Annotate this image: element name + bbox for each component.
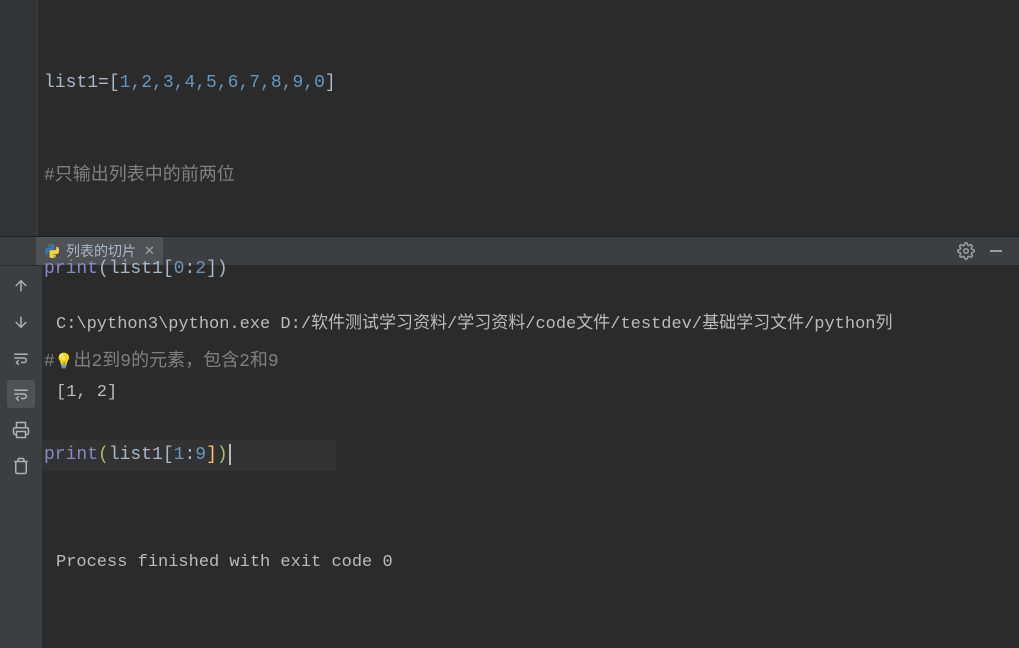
code-line-active[interactable]: print(list1[1:9]): [42, 440, 336, 471]
list-values: 1,2,3,4,5,6,7,8,9,0: [120, 73, 325, 93]
code-content[interactable]: list1=[1,2,3,4,5,6,7,8,9,0] #只输出列表中的前两位 …: [38, 0, 336, 236]
bracket-close: ]: [206, 259, 217, 279]
console-exit: Process finished with exit code 0: [56, 546, 892, 580]
equals-op: =: [98, 73, 109, 93]
variable-name: list1: [44, 73, 98, 93]
slice-start: 0: [174, 259, 185, 279]
slice-end: 9: [195, 445, 206, 465]
slice-colon: :: [184, 445, 195, 465]
variable-ref: list1: [109, 445, 163, 465]
slice-end: 2: [195, 259, 206, 279]
code-editor[interactable]: list1=[1,2,3,4,5,6,7,8,9,0] #只输出列表中的前两位 …: [0, 0, 1019, 236]
lightbulb-icon[interactable]: 💡: [55, 347, 74, 378]
minimize-icon[interactable]: [981, 242, 1011, 260]
paren-open: (: [98, 259, 109, 279]
code-line[interactable]: #只输出列表中的前两位: [42, 161, 336, 192]
scroll-up-button[interactable]: [7, 272, 35, 300]
run-toolbar: [0, 266, 42, 648]
variable-ref: list1: [109, 259, 163, 279]
soft-wrap-button[interactable]: [7, 344, 35, 372]
bracket-open: [: [109, 73, 120, 93]
comment-text: 出2到9的元素，包含2和9: [74, 352, 279, 372]
comment-text: #只输出列表中的前两位: [44, 166, 235, 186]
slice-start: 1: [174, 445, 185, 465]
bracket-open: [: [163, 445, 174, 465]
slice-colon: :: [184, 259, 195, 279]
gear-icon[interactable]: [951, 242, 981, 260]
code-line[interactable]: print(list1[0:2]): [42, 254, 336, 285]
print-fn: print: [44, 445, 98, 465]
print-button[interactable]: [7, 416, 35, 444]
paren-close: ): [217, 445, 228, 465]
hash: #: [44, 352, 55, 372]
bracket-close: ]: [325, 73, 336, 93]
delete-button[interactable]: [7, 452, 35, 480]
bracket-close: ]: [206, 445, 217, 465]
print-fn: print: [44, 259, 98, 279]
code-line[interactable]: #💡出2到9的元素，包含2和9: [42, 347, 336, 378]
paren-open: (: [98, 445, 109, 465]
scroll-down-button[interactable]: [7, 308, 35, 336]
editor-gutter: [0, 0, 38, 236]
paren-close: ): [217, 259, 228, 279]
code-line[interactable]: list1=[1,2,3,4,5,6,7,8,9,0]: [42, 68, 336, 99]
scroll-to-end-button[interactable]: [7, 380, 35, 408]
console-line: [1, 2]: [56, 376, 892, 410]
console-command: C:\python3\python.exe D:/软件测试学习资料/学习资料/c…: [56, 308, 892, 342]
text-cursor: [229, 444, 231, 465]
bracket-open: [: [163, 259, 174, 279]
